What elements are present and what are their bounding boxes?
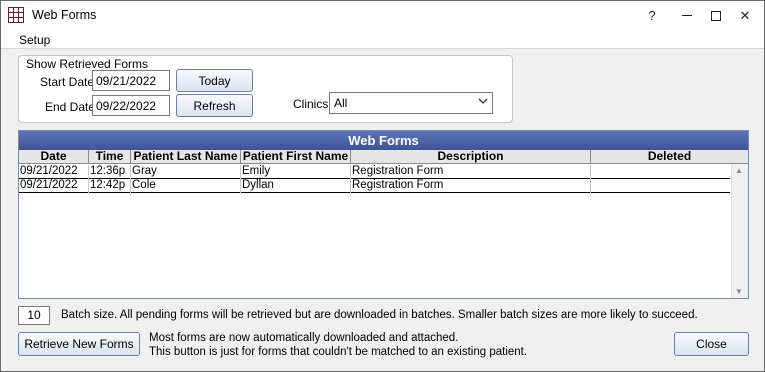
menu-setup[interactable]: Setup [19,33,50,47]
web-forms-window: Web Forms ? ✕ Setup Show Retrieved Forms… [0,0,765,372]
batch-size-note: Batch size. All pending forms will be re… [61,309,698,321]
minimize-icon [682,15,692,16]
title-bar[interactable]: Web Forms ? ✕ [1,1,764,30]
minimize-button[interactable] [672,1,702,30]
cell-deleted [591,179,730,193]
refresh-button[interactable]: Refresh [176,94,253,117]
column-header[interactable]: Patient Last Name [131,150,241,164]
retrieve-note-line-2: This button is just for forms that could… [149,346,528,358]
cell-deleted [591,165,730,179]
retrieve-new-forms-button[interactable]: Retrieve New Forms [18,332,140,356]
cell-description: Registration Form [351,179,591,193]
cell-time: 12:36p [89,165,131,179]
maximize-button[interactable] [701,1,731,30]
close-button[interactable]: Close [674,332,749,356]
help-button[interactable]: ? [637,1,667,30]
column-header[interactable]: Patient First Name [241,150,351,164]
table-row[interactable]: 09/21/2022 12:36p Gray Emily Registratio… [19,165,730,179]
retrieve-note-line-1: Most forms are now automatically downloa… [149,332,459,344]
scroll-up-icon[interactable]: ▲ [735,166,743,175]
vertical-scrollbar[interactable]: ▲ ▼ [731,164,748,298]
cell-last-name: Cole [131,179,241,193]
retrieve-note: Most forms are now automatically downloa… [149,331,527,359]
clinics-label: Clinics [293,97,329,111]
column-header[interactable]: Deleted [591,150,748,164]
maximize-icon [711,10,721,21]
batch-size-input[interactable]: 10 [18,306,50,325]
clinics-selected: All [334,96,348,110]
chevron-down-icon [478,98,488,104]
group-title: Show Retrieved Forms [25,57,150,71]
cell-date: 09/21/2022 [19,165,89,179]
end-date-label: End Date [45,100,96,114]
start-date-input[interactable] [92,70,170,91]
start-date-label: Start Date [40,75,95,89]
clinics-dropdown[interactable]: All [329,92,493,114]
column-header[interactable]: Time [89,150,131,164]
grid-header: Date Time Patient Last Name Patient Firs… [19,150,748,164]
table-row[interactable]: 09/21/2022 12:42p Cole Dyllan Registrati… [19,179,730,193]
grid-title: Web Forms [19,131,748,150]
cell-last-name: Gray [131,165,241,179]
end-date-input[interactable] [92,95,170,116]
cell-first-name: Emily [241,165,351,179]
web-forms-grid: Web Forms Date Time Patient Last Name Pa… [18,130,749,299]
cell-time: 12:42p [89,179,131,193]
today-button[interactable]: Today [176,69,253,92]
scroll-down-icon[interactable]: ▼ [735,287,743,296]
column-header[interactable]: Date [19,150,89,164]
window-title: Web Forms [32,8,97,22]
close-window-button[interactable]: ✕ [730,1,760,30]
app-icon [8,7,24,23]
cell-date: 09/21/2022 [19,179,89,193]
cell-description: Registration Form [351,165,591,179]
cell-first-name: Dyllan [241,179,351,193]
column-header[interactable]: Description [351,150,591,164]
menu-bar: Setup [1,30,764,49]
